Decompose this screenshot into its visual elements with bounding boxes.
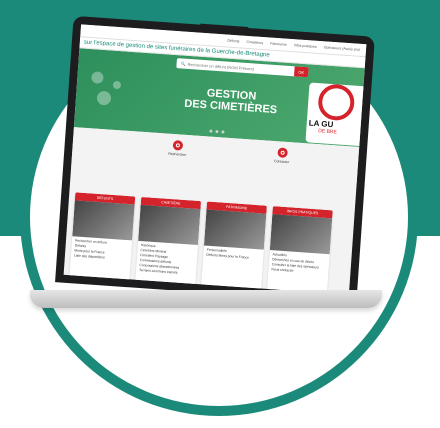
carousel-dot[interactable] xyxy=(221,130,225,134)
card-list: Historique Cimetière Minéral Cimetière P… xyxy=(136,241,198,279)
card-image xyxy=(269,214,333,255)
laptop-screen: Défunts Cimetières Patrimoine Infos prat… xyxy=(55,15,375,304)
nav-patrimoine[interactable]: Patrimoine xyxy=(270,42,287,47)
search-icon xyxy=(175,143,181,148)
logo-subtext: DE BRE xyxy=(318,128,338,136)
search-ok-button[interactable]: OK xyxy=(293,66,309,78)
city-logo: LA GU DE BRE xyxy=(305,82,367,147)
nav-operateurs[interactable]: Opérateurs (Accès pro) xyxy=(324,45,361,52)
search-placeholder: Rechercher un défunt (NOM Prénom) xyxy=(187,61,255,72)
card-image xyxy=(203,209,267,250)
card-defunts[interactable]: DÉFUNTS Rechercher un défunt Défunts Mor… xyxy=(69,192,136,283)
logo-emblem xyxy=(317,83,356,122)
card-list: Actualités Démarches en cas de décès Con… xyxy=(268,250,330,278)
carousel-dot[interactable] xyxy=(209,129,213,133)
mail-icon xyxy=(280,150,285,155)
card-patrimoine[interactable]: PATRIMOINE Personnalités Défunts Morts p… xyxy=(201,201,267,292)
category-cards: DÉFUNTS Rechercher un défunt Défunts Mor… xyxy=(69,192,348,295)
nav-infos-pratiques[interactable]: Infos pratiques xyxy=(294,43,317,49)
action-contact[interactable] xyxy=(277,147,288,159)
nav-cimetieres[interactable]: Cimetières xyxy=(246,40,263,45)
action-contact-label: Contacter xyxy=(273,159,290,165)
search-icon: 🔍 xyxy=(180,60,186,67)
nav-defunts[interactable]: Défunts xyxy=(227,39,239,44)
card-image xyxy=(138,204,201,246)
laptop-base xyxy=(30,290,382,308)
card-infos-pratiques[interactable]: INFOS PRATIQUES Actualités Démarches en … xyxy=(266,206,333,295)
card-list: Personnalités Défunts Morts pour la Fran… xyxy=(203,245,264,263)
card-list: Rechercher un défunt Défunts Morts pour … xyxy=(71,236,133,264)
search-bar[interactable]: 🔍 Rechercher un défunt (NOM Prénom) OK xyxy=(176,58,309,78)
website-screenshot: Défunts Cimetières Patrimoine Infos prat… xyxy=(63,24,367,295)
action-search[interactable] xyxy=(172,140,184,151)
carousel-dot[interactable] xyxy=(215,129,219,134)
card-cimetiere[interactable]: CIMETIÈRE Historique Cimetière Minéral C… xyxy=(135,196,202,287)
carousel-dots xyxy=(209,129,225,134)
action-search-label: Rechercher xyxy=(168,151,187,157)
card-image xyxy=(72,200,135,241)
floral-decoration xyxy=(91,71,121,106)
hero-title: GESTION DES CIMETIÈRES xyxy=(155,84,306,118)
